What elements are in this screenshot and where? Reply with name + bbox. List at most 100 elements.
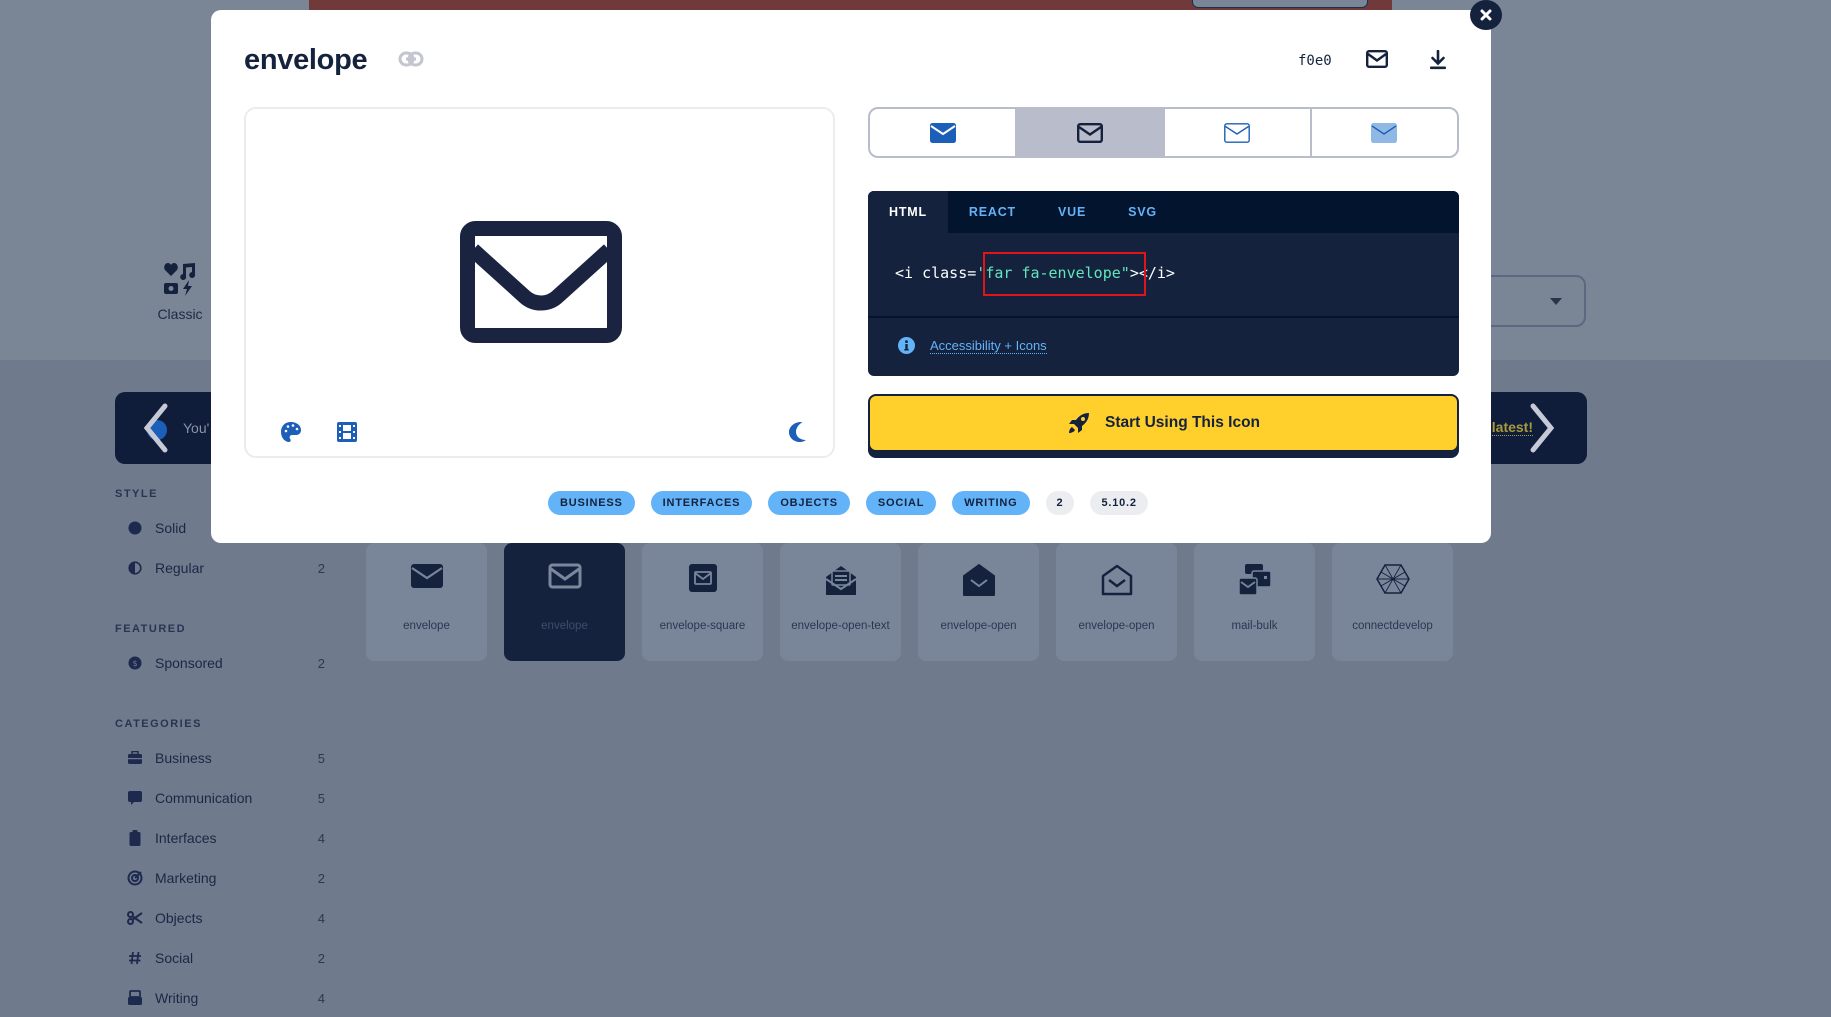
category-count: 5 (317, 790, 325, 806)
tab-react[interactable]: REACT (948, 191, 1037, 233)
version-badge: 5.10.2 (1090, 491, 1148, 515)
style-switcher (868, 107, 1459, 158)
connectdevelop-icon (1375, 564, 1410, 594)
category-communication[interactable]: Communication 5 (127, 787, 337, 809)
envelope-solid-icon (410, 564, 443, 588)
icon-card[interactable]: envelope-open-text (780, 543, 901, 661)
icon-card-label: envelope (403, 620, 450, 632)
category-label: Communication (155, 790, 253, 806)
style-option-regular[interactable] (1017, 109, 1165, 156)
style-option-solid[interactable] (870, 109, 1018, 156)
dollar-circle-icon: $ (127, 655, 143, 671)
style-option-light[interactable] (1165, 109, 1312, 156)
chevron-right-icon[interactable] (1527, 400, 1557, 456)
category-label: Business (155, 750, 212, 766)
icon-card[interactable]: mail-bulk (1194, 543, 1315, 661)
category-business[interactable]: Business 5 (127, 747, 337, 769)
tag-business[interactable]: BUSINESS (548, 491, 635, 515)
category-writing[interactable]: Writing 4 (127, 987, 337, 1009)
palette-icon[interactable] (280, 421, 302, 443)
tag-social[interactable]: SOCIAL (865, 491, 937, 515)
filter-count: 2 (317, 655, 325, 671)
icon-preview (244, 107, 835, 458)
category-label: Marketing (155, 870, 217, 886)
icon-card[interactable]: envelope-square (642, 543, 763, 661)
comment-icon (127, 790, 143, 806)
announcement-text: You' (183, 420, 210, 436)
start-using-button[interactable]: Start Using This Icon (868, 394, 1459, 458)
icon-detail-modal: envelope f0e0 HTML REACT VUE SVG <i clas… (211, 10, 1491, 543)
classic-tab-label: Classic (157, 306, 203, 322)
categories-heading: CATEGORIES (115, 718, 202, 730)
family-tab-classic[interactable]: Classic (140, 262, 220, 322)
envelope-regular-icon (1076, 122, 1103, 143)
accessibility-link[interactable]: Accessibility + Icons (930, 338, 1047, 354)
category-count: 2 (317, 870, 325, 886)
hashtag-icon (127, 950, 143, 966)
icon-card[interactable]: envelope-open (918, 543, 1039, 661)
icon-title: envelope (244, 44, 368, 76)
classic-icons-icon (164, 263, 196, 296)
filter-count: 2 (317, 560, 325, 576)
download-icon[interactable] (1429, 50, 1447, 70)
category-marketing[interactable]: Marketing 2 (127, 867, 337, 889)
tab-html[interactable]: HTML (868, 191, 948, 233)
envelope-open-text-icon (824, 566, 857, 595)
typewriter-icon (127, 990, 143, 1006)
icon-card[interactable]: connectdevelop (1332, 543, 1453, 661)
icon-card-label: envelope-open-text (791, 620, 890, 632)
icon-card-selected[interactable]: envelope (504, 543, 625, 661)
info-circle-icon (898, 337, 915, 354)
close-icon (1480, 9, 1492, 21)
category-count: 4 (317, 830, 325, 846)
film-icon[interactable] (336, 421, 358, 443)
tag-interfaces[interactable]: INTERFACES (650, 491, 753, 515)
mail-bulk-icon (1237, 564, 1272, 596)
featured-heading: FEATURED (115, 623, 187, 635)
tab-vue[interactable]: VUE (1037, 191, 1107, 233)
category-label: Interfaces (155, 830, 217, 846)
tab-svg[interactable]: SVG (1107, 191, 1178, 233)
envelope-open-solid-icon (962, 564, 995, 596)
category-interfaces[interactable]: Interfaces 4 (127, 827, 337, 849)
style-option-duotone[interactable] (1312, 109, 1457, 156)
filter-label: Sponsored (155, 655, 223, 671)
code-snippet-panel: HTML REACT VUE SVG <i class='far fa-enve… (868, 191, 1459, 376)
tag-objects[interactable]: OBJECTS (768, 491, 850, 515)
caret-down-icon (1550, 298, 1562, 305)
category-label: Writing (155, 990, 199, 1006)
icon-card[interactable]: envelope-open (1056, 543, 1177, 661)
promo-button[interactable] (1192, 0, 1368, 8)
envelope-glyph-copy-icon[interactable] (1366, 50, 1388, 68)
icon-card-label: envelope (541, 620, 588, 632)
close-modal-button[interactable] (1470, 0, 1502, 30)
envelope-square-icon (688, 564, 717, 592)
category-count: 2 (317, 950, 325, 966)
icon-card[interactable]: envelope (366, 543, 487, 661)
code-prefix: <i class= (895, 264, 977, 282)
top-promo-banner (309, 0, 1392, 10)
category-count: 4 (317, 910, 325, 926)
envelope-solid-icon (929, 122, 956, 143)
highlight-box (983, 252, 1146, 296)
tag-writing[interactable]: WRITING (952, 491, 1030, 515)
chevron-left-icon[interactable] (135, 400, 175, 456)
category-objects[interactable]: Objects 4 (127, 907, 337, 929)
category-label: Objects (155, 910, 203, 926)
svg-text:$: $ (132, 659, 137, 668)
filter-label: Regular (155, 560, 205, 576)
code-tabs: HTML REACT VUE SVG (868, 191, 1459, 233)
icon-card-label: envelope-open (1078, 620, 1155, 632)
category-label: Social (155, 950, 194, 966)
category-social[interactable]: Social 2 (127, 947, 337, 969)
filter-label: Solid (155, 520, 187, 536)
filter-style-regular[interactable]: Regular 2 (127, 557, 337, 579)
link-icon[interactable] (398, 51, 424, 67)
moon-icon[interactable] (787, 421, 807, 443)
unicode-value[interactable]: f0e0 (1298, 53, 1332, 69)
style-heading: STYLE (115, 488, 158, 500)
filter-sponsored[interactable]: $ Sponsored 2 (127, 652, 337, 674)
category-count: 5 (317, 750, 325, 766)
styles-count-badge: 2 (1045, 491, 1075, 515)
icon-card-label: envelope-square (659, 620, 746, 632)
